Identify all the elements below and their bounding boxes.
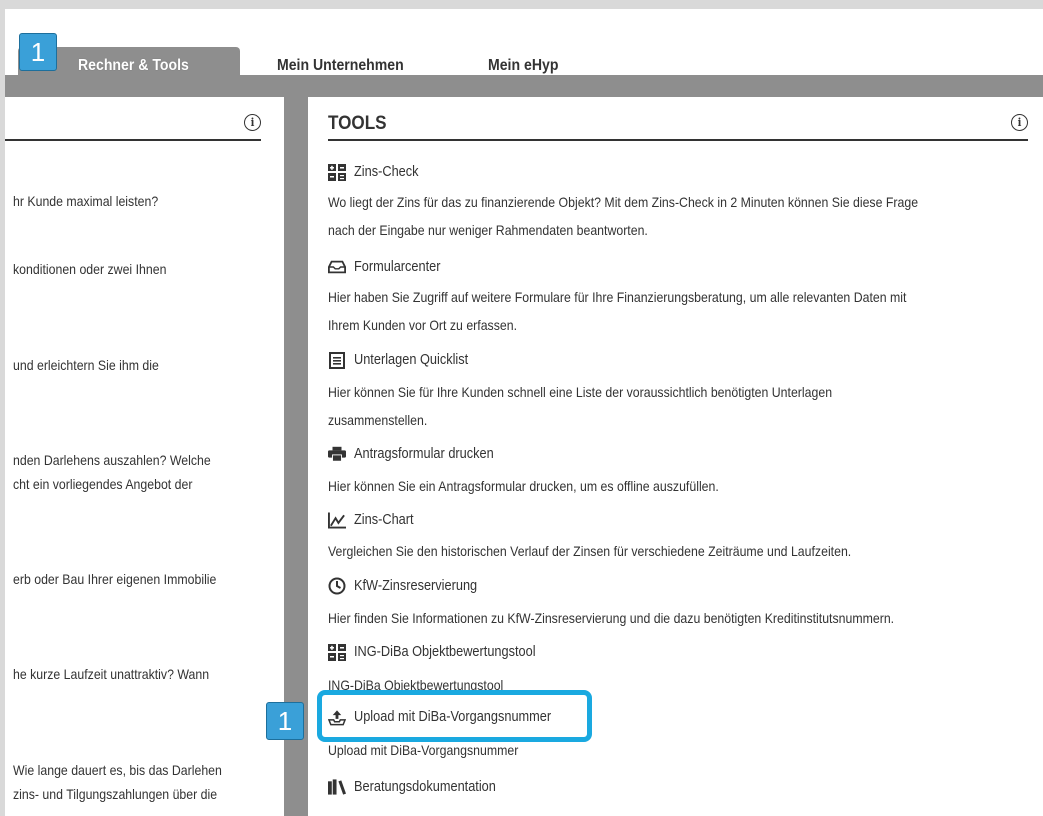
tool-unterlagen-quicklist-desc: Hier können Sie für Ihre Kunden schnell …: [328, 384, 833, 428]
inbox-icon: [328, 258, 346, 276]
tools-title: TOOLS: [328, 113, 387, 134]
callout-badge: 1: [266, 702, 304, 740]
left-text-line: und erleichtern Sie ihm die: [13, 357, 159, 373]
left-text-line: nden Darlehens auszahlen? Welche: [13, 452, 211, 468]
calculator-icon: [328, 163, 346, 181]
printer-icon: [328, 445, 346, 463]
books-icon: [328, 778, 346, 796]
calculator-icon: [328, 643, 346, 661]
tools-panel-header: TOOLS i: [328, 113, 1028, 141]
tool-unterlagen-quicklist-link[interactable]: Unterlagen Quicklist: [328, 351, 484, 369]
left-text-line: he kurze Laufzeit unattraktiv? Wann: [13, 666, 210, 682]
line-chart-icon: [328, 511, 346, 529]
left-panel: i hr Kunde maximal leisten? konditionen …: [5, 97, 284, 816]
callout-badge: 1: [19, 33, 57, 71]
list-icon: [328, 351, 346, 369]
left-text-line: zins- und Tilgungszahlungen über die: [13, 786, 218, 802]
tab-bar: Rechner & Tools Mein Unternehmen Mein eH…: [5, 9, 1043, 83]
left-panel-header: i: [5, 113, 261, 141]
left-text-line: hr Kunde maximal leisten?: [13, 193, 159, 209]
tab-content-strip: [5, 75, 1043, 97]
clock-icon: [328, 577, 346, 595]
tool-formularcenter-desc: Hier haben Sie Zugriff auf weitere Formu…: [328, 289, 907, 333]
tool-zins-chart-link[interactable]: Zins-Chart: [328, 511, 422, 529]
tool-zins-check-link[interactable]: Zins-Check: [328, 163, 427, 181]
left-text-line: konditionen oder zwei Ihnen: [13, 261, 167, 277]
left-text-line: erb oder Bau Ihrer eigenen Immobilie: [13, 571, 217, 587]
tool-objektbewertungstool-link[interactable]: ING-DiBa Objektbewertungstool: [328, 643, 560, 661]
tool-antragsformular-drucken-link[interactable]: Antragsformular drucken: [328, 445, 513, 463]
upload-highlight-frame: [317, 690, 592, 742]
tool-kfw-desc: Hier finden Sie Informationen zu KfW-Zin…: [328, 610, 895, 626]
left-text-line: Wie lange dauert es, bis das Darlehen: [13, 762, 222, 778]
tool-kfw-zinsreservierung-link[interactable]: KfW-Zinsreservierung: [328, 577, 494, 595]
tool-zins-chart-desc: Vergleichen Sie den historischen Verlauf…: [328, 543, 852, 559]
info-icon[interactable]: i: [1011, 114, 1028, 131]
tool-antragsformular-desc: Hier können Sie ein Antragsformular druc…: [328, 478, 719, 494]
tool-zins-check-desc: Wo liegt der Zins für das zu finanzieren…: [328, 194, 919, 238]
tool-beratungsdokumentation-link[interactable]: Beratungsdokumentation: [328, 778, 515, 796]
left-text-line: cht ein vorliegendes Angebot der: [13, 476, 193, 492]
info-icon[interactable]: i: [244, 114, 261, 131]
tool-formularcenter-link[interactable]: Formularcenter: [328, 258, 452, 276]
